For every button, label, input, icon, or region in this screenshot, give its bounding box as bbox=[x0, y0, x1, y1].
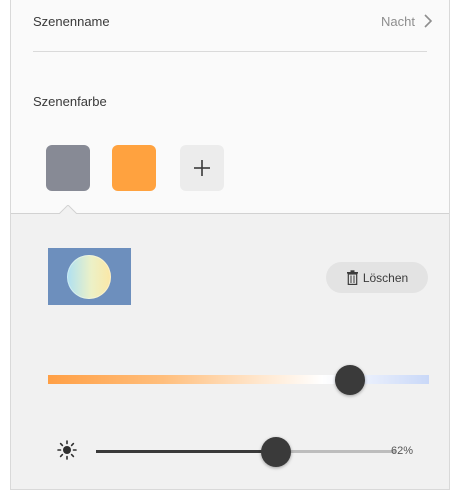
chevron-right-icon bbox=[424, 14, 433, 28]
panel-pointer bbox=[59, 205, 77, 214]
scene-color-label: Szenenfarbe bbox=[33, 94, 107, 109]
delete-button[interactable]: Löschen bbox=[326, 262, 428, 293]
scene-name-label: Szenenname bbox=[33, 14, 110, 29]
brightness-fill bbox=[96, 450, 276, 453]
brightness-slider-handle[interactable] bbox=[261, 437, 291, 467]
color-swatch-orange[interactable] bbox=[112, 145, 156, 191]
color-preview bbox=[48, 248, 131, 305]
sun-icon bbox=[57, 440, 77, 460]
add-color-button[interactable] bbox=[180, 145, 224, 191]
trash-icon bbox=[346, 270, 358, 285]
delete-label: Löschen bbox=[362, 270, 409, 285]
divider bbox=[33, 51, 427, 52]
color-temperature-slider[interactable] bbox=[48, 375, 429, 384]
scene-name-row[interactable]: Szenenname Nacht bbox=[11, 0, 449, 52]
scene-name-value: Nacht bbox=[381, 14, 415, 29]
color-preview-orb bbox=[67, 255, 111, 299]
scene-editor: Szenenname Nacht Szenenfarbe Löschen 62% bbox=[10, 0, 450, 490]
brightness-value: 62% bbox=[391, 445, 414, 457]
color-slider-handle[interactable] bbox=[335, 365, 365, 395]
plus-icon bbox=[194, 160, 210, 176]
color-swatch-gray[interactable] bbox=[46, 145, 90, 191]
brightness-slider[interactable] bbox=[96, 450, 396, 453]
